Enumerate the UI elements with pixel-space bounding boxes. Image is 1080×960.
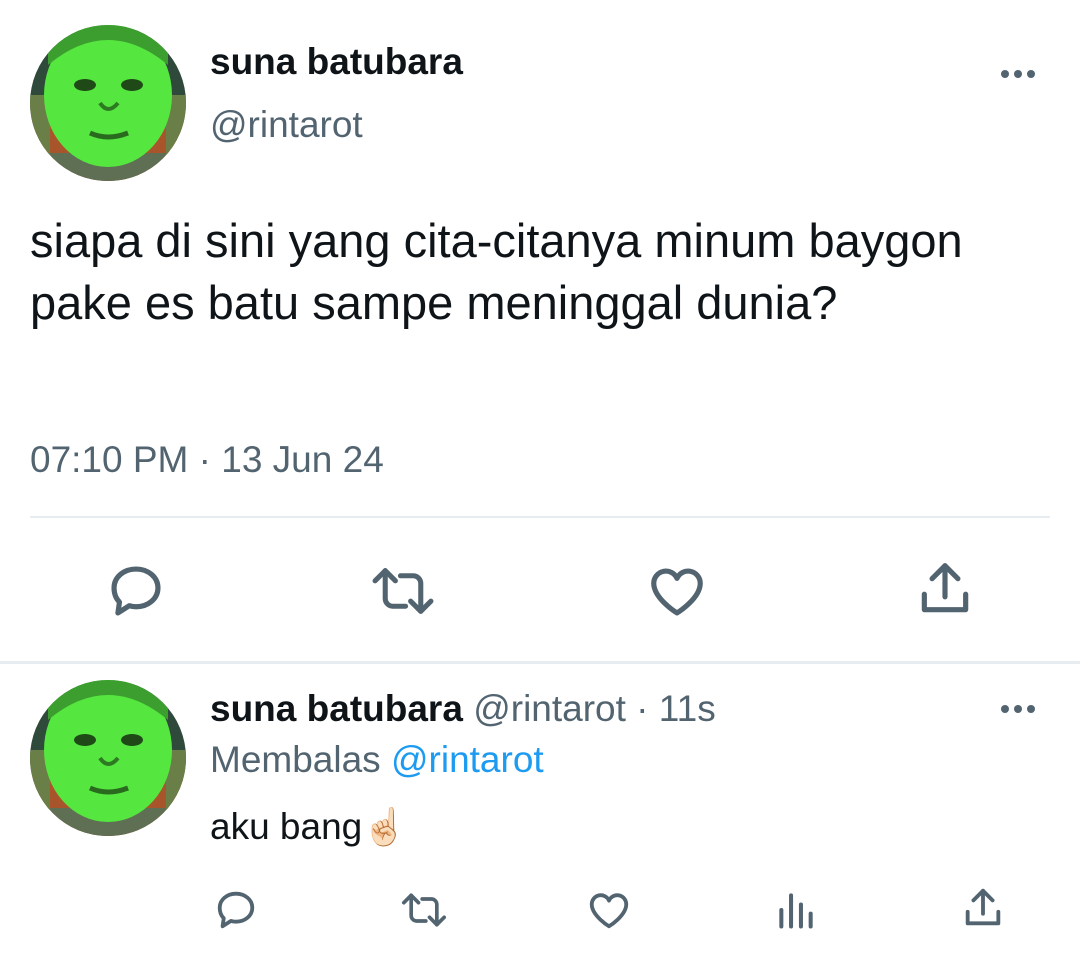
like-icon[interactable] [646,560,708,622]
main-tweet: suna batubara @rintarot siapa di sini ya… [0,0,1080,662]
more-options-icon[interactable] [998,697,1038,721]
views-icon[interactable] [774,888,818,932]
avatar[interactable] [30,680,186,836]
replying-label: Membalas [210,739,381,780]
author-handle[interactable]: @rintarot [210,103,363,147]
author-handle-time[interactable]: @rintarot · 11s [473,688,716,729]
tweet-thread: suna batubara @rintarot siapa di sini ya… [0,0,1080,960]
like-icon[interactable] [585,887,633,933]
tweet-text: aku bang☝🏻 [210,802,407,852]
avatar-image [30,25,186,181]
divider [30,516,1050,518]
mention-link[interactable]: @rintarot [391,739,544,780]
retweet-icon[interactable] [398,888,450,932]
avatar-image [30,680,186,836]
reply-header: suna batubara @rintarot · 11s [210,686,716,732]
more-options-icon[interactable] [998,62,1038,86]
tweet-text: siapa di sini yang cita-citanya minum ba… [30,214,963,329]
replying-to: Membalas @rintarot [210,737,544,783]
author-name[interactable]: suna batubara [210,688,463,729]
reply-icon[interactable] [213,887,259,933]
author-name[interactable]: suna batubara [210,40,463,84]
avatar[interactable] [30,25,186,181]
share-icon[interactable] [914,558,976,620]
share-icon[interactable] [960,884,1006,932]
reply-text: aku bang [210,806,363,847]
pointing-up-emoji: ☝🏻 [362,806,408,847]
thread-divider [0,661,1080,664]
tweet-timestamp[interactable]: 07:10 PM · 13 Jun 24 [30,436,384,484]
reply-icon[interactable] [105,560,167,622]
retweet-icon[interactable] [370,560,436,622]
